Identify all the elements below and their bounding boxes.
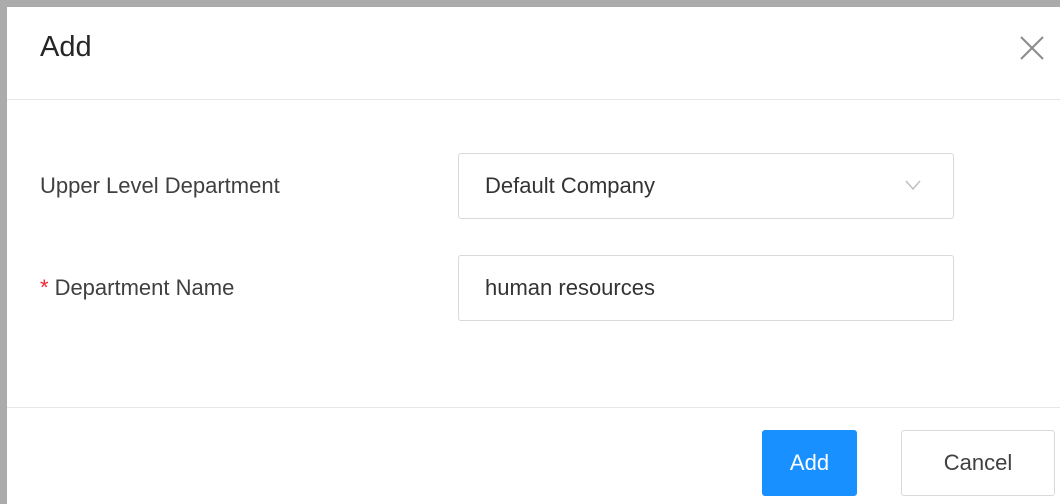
department-name-label-row: * Department Name <box>40 273 234 303</box>
add-department-dialog: Add Upper Level Department Default Compa… <box>7 7 1060 504</box>
required-mark: * <box>40 275 49 300</box>
screen: Add Upper Level Department Default Compa… <box>0 0 1060 504</box>
background-edge-top <box>0 0 1060 7</box>
footer-divider <box>7 407 1060 408</box>
dialog-header: Add <box>7 7 1060 100</box>
upper-level-department-select[interactable]: Default Company <box>458 153 954 219</box>
chevron-down-icon <box>903 177 923 193</box>
upper-level-department-label: Upper Level Department <box>40 173 280 198</box>
cancel-button[interactable]: Cancel <box>901 430 1055 496</box>
upper-level-department-value: Default Company <box>485 173 655 198</box>
department-name-label: Department Name <box>54 275 235 300</box>
close-icon[interactable] <box>1015 31 1049 65</box>
add-button[interactable]: Add <box>762 430 857 496</box>
background-edge-left <box>0 0 7 504</box>
department-name-input[interactable] <box>458 255 954 321</box>
dialog-title: Add <box>40 31 92 63</box>
